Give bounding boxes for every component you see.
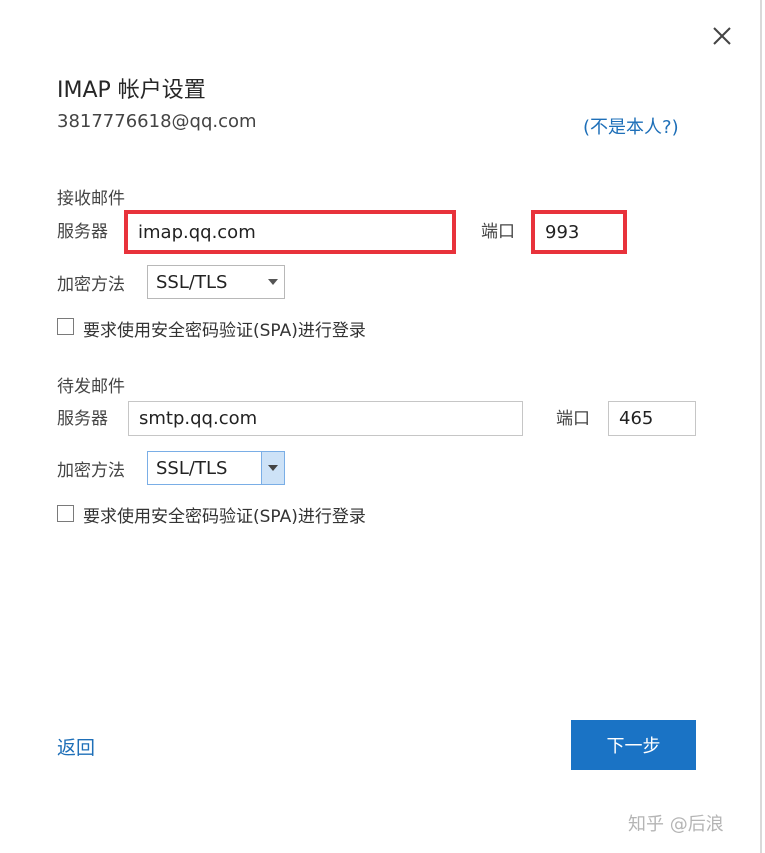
incoming-port-label: 端口 <box>481 222 515 242</box>
incoming-encryption-label: 加密方法 <box>57 275 125 295</box>
outgoing-spa-checkbox[interactable] <box>57 505 74 522</box>
outgoing-section-title: 待发邮件 <box>57 377 125 397</box>
dialog-right-border <box>760 0 762 853</box>
incoming-encryption-value: SSL/TLS <box>156 271 228 293</box>
close-icon <box>713 27 731 45</box>
account-email: 3817776618@qq.com <box>57 111 257 132</box>
incoming-port-input[interactable]: 993 <box>531 210 627 254</box>
outgoing-port-input[interactable]: 465 <box>608 401 696 436</box>
next-button[interactable]: 下一步 <box>571 720 696 770</box>
outgoing-spa-label[interactable]: 要求使用安全密码验证(SPA)进行登录 <box>83 502 366 527</box>
chevron-down-icon <box>262 266 284 298</box>
incoming-spa-checkbox[interactable] <box>57 318 74 335</box>
outgoing-server-label: 服务器 <box>57 409 108 429</box>
outgoing-server-input[interactable]: smtp.qq.com <box>128 401 523 436</box>
incoming-server-label: 服务器 <box>57 222 108 242</box>
close-button[interactable] <box>708 22 736 50</box>
dialog-title: IMAP 帐户设置 <box>57 78 206 103</box>
incoming-encryption-select[interactable]: SSL/TLS <box>147 265 285 299</box>
outgoing-port-label: 端口 <box>556 409 590 429</box>
outgoing-encryption-select[interactable]: SSL/TLS <box>147 451 285 485</box>
back-link[interactable]: 返回 <box>57 733 95 760</box>
watermark: 知乎 @后浪 <box>628 814 724 835</box>
outgoing-encryption-value: SSL/TLS <box>156 457 228 479</box>
outgoing-encryption-label: 加密方法 <box>57 461 125 481</box>
incoming-server-input[interactable]: imap.qq.com <box>124 210 456 254</box>
incoming-spa-label[interactable]: 要求使用安全密码验证(SPA)进行登录 <box>83 316 366 341</box>
chevron-down-icon <box>261 452 284 484</box>
not-you-link[interactable]: (不是本人?) <box>583 113 679 139</box>
incoming-section-title: 接收邮件 <box>57 189 125 209</box>
